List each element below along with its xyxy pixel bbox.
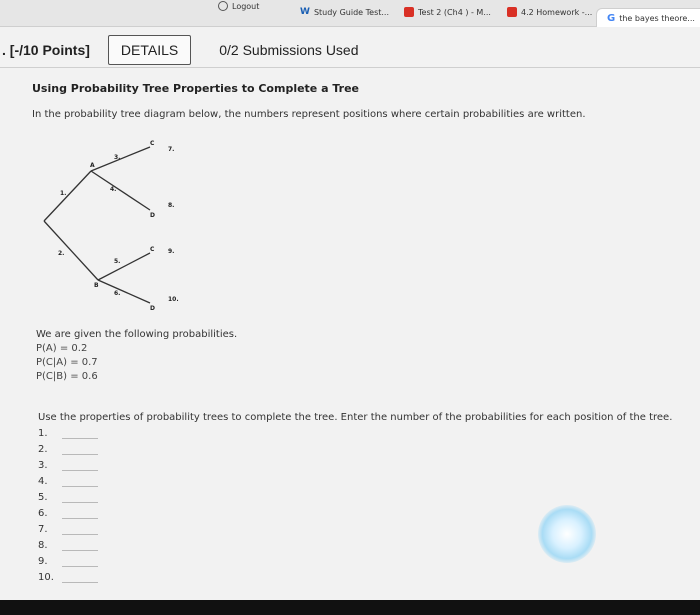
tab-test-2[interactable]: Test 2 (Ch4 ) - M... [404,3,491,21]
position-4: 4. [110,186,116,193]
position-10: 10. [168,296,179,303]
answer-label: 8. [38,539,48,551]
answer-input-3[interactable] [62,459,98,471]
answer-label: 10. [38,571,54,583]
node-d-top: D [150,212,155,219]
answer-row: 10. [38,569,158,585]
tab-homework[interactable]: 4.2 Homework -... [507,3,592,21]
answer-label: 4. [38,475,48,487]
question-page: . [-/10 Points] DETAILS 0/2 Submissions … [0,27,700,600]
position-2: 2. [58,250,64,257]
question-intro: In the probability tree diagram below, t… [32,109,586,120]
tab-label: 4.2 Homework -... [521,7,593,17]
node-c-top: C [150,140,155,147]
answer-label: 2. [38,443,48,455]
given-probabilities: We are given the following probabilities… [36,328,237,384]
answer-list: 1. 2. 3. 4. 5. 6. 7. 8. 9. 10. [38,425,158,585]
answer-label: 7. [38,523,48,535]
branch-b-to-c [97,252,151,281]
study-icon: W [300,7,310,17]
position-9: 9. [168,248,174,255]
tab-label: Study Guide Test... [313,7,389,17]
position-7: 7. [168,146,174,153]
branch-b-to-d [97,279,151,304]
answer-input-4[interactable] [62,475,98,487]
answer-row: 4. [38,473,158,489]
points-label: . [-/10 Points] [2,42,90,58]
tab-label: Logout [232,1,260,11]
position-6: 6. [114,290,120,297]
light-glare [538,505,596,563]
red-doc-icon [507,7,517,17]
answer-label: 9. [38,555,48,567]
instructions: Use the properties of probability trees … [38,412,673,423]
question-title: Using Probability Tree Properties to Com… [32,82,359,95]
answer-input-2[interactable] [62,443,98,455]
answer-input-8[interactable] [62,539,98,551]
answer-row: 6. [38,505,158,521]
browser-tab-bar: Logout W Study Guide Test... Test 2 (Ch4… [0,0,700,28]
submissions-used: 0/2 Submissions Used [219,42,359,58]
answer-input-6[interactable] [62,507,98,519]
answer-label: 1. [38,427,48,439]
position-8: 8. [168,202,174,209]
tab-logout[interactable]: Logout [218,0,259,15]
answer-label: 3. [38,459,48,471]
node-a: A [90,162,95,169]
node-d-bottom: D [150,305,155,310]
branch-a-to-d [90,170,151,211]
answer-row: 7. [38,521,158,537]
branch-a-to-c [90,146,151,172]
branch-to-b [43,220,99,281]
answer-input-1[interactable] [62,427,98,439]
given-item: P(A) = 0.2 [36,343,88,354]
answer-input-5[interactable] [62,491,98,503]
answer-row: 9. [38,553,158,569]
answer-row: 3. [38,457,158,473]
answer-row: 2. [38,441,158,457]
given-item: P(C|A) = 0.7 [36,357,98,368]
branch-to-a [43,170,92,222]
answer-row: 1. [38,425,158,441]
tab-label: Test 2 (Ch4 ) - M... [418,7,491,17]
given-heading: We are given the following probabilities… [36,329,238,340]
given-item: P(C|B) = 0.6 [36,371,98,382]
answer-label: 5. [38,491,48,503]
answer-input-7[interactable] [62,523,98,535]
position-1: 1. [60,190,66,197]
google-icon: G [607,12,616,24]
tab-label: the bayes theore... [619,13,695,23]
answer-label: 6. [38,507,48,519]
probability-tree: A B C D C D 1. 2. 3. 4. 5. 6. 7. 8. 9. 1… [43,140,179,310]
tab-bayes-search[interactable]: G the bayes theore... [596,8,700,28]
answer-row: 8. [38,537,158,553]
question-header: . [-/10 Points] DETAILS 0/2 Submissions … [0,33,700,67]
position-5: 5. [114,258,120,265]
answer-row: 5. [38,489,158,505]
answer-input-10[interactable] [62,571,98,583]
position-3: 3. [114,154,120,161]
node-c-bottom: C [150,246,155,253]
header-divider [0,67,700,68]
red-doc-icon [404,7,414,17]
tab-study-guide[interactable]: W Study Guide Test... [300,3,389,21]
details-button[interactable]: DETAILS [107,35,192,65]
answer-input-9[interactable] [62,555,98,567]
logout-icon [218,1,228,11]
node-b: B [94,282,99,289]
bottom-bar [0,600,700,615]
